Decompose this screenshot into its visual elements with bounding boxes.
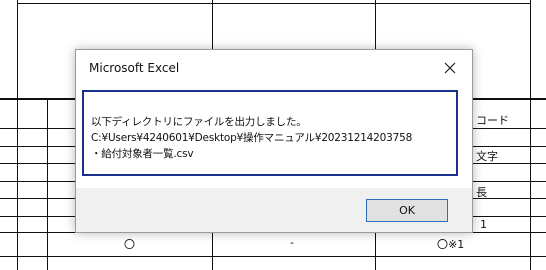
message-line: C:¥Users¥4240601¥Desktop¥操作マニュアル¥2023121…: [91, 132, 413, 144]
ok-button[interactable]: OK: [366, 199, 448, 222]
close-icon: [444, 62, 456, 74]
sheet-cell: 文字: [476, 150, 498, 163]
close-button[interactable]: [436, 56, 464, 80]
sheet-cell: 〇※1: [437, 238, 465, 251]
dialog-title: Microsoft Excel: [89, 61, 180, 75]
dialog-titlebar[interactable]: Microsoft Excel: [76, 50, 472, 88]
sheet-cell: コード: [476, 114, 509, 127]
grid-line: [0, 256, 546, 257]
message-box: 以下ディレクトリにファイルを出力しました。 C:¥Users¥4240601¥D…: [82, 90, 458, 176]
sheet-cell: -: [290, 236, 294, 249]
excel-message-dialog: Microsoft Excel 以下ディレクトリにファイルを出力しました。 C:…: [75, 49, 473, 233]
grid-line: [530, 0, 531, 270]
message-line: 以下ディレクトリにファイルを出力しました。: [91, 116, 307, 128]
grid-line: [17, 0, 18, 270]
grid-line: [17, 3, 530, 4]
sheet-cell: 〇: [124, 238, 135, 251]
sheet-cell: 長: [476, 186, 487, 199]
message-line: ・給付対象者一覧.csv: [91, 148, 194, 160]
sheet-cell: 1: [480, 218, 487, 231]
grid-line: [47, 99, 48, 270]
